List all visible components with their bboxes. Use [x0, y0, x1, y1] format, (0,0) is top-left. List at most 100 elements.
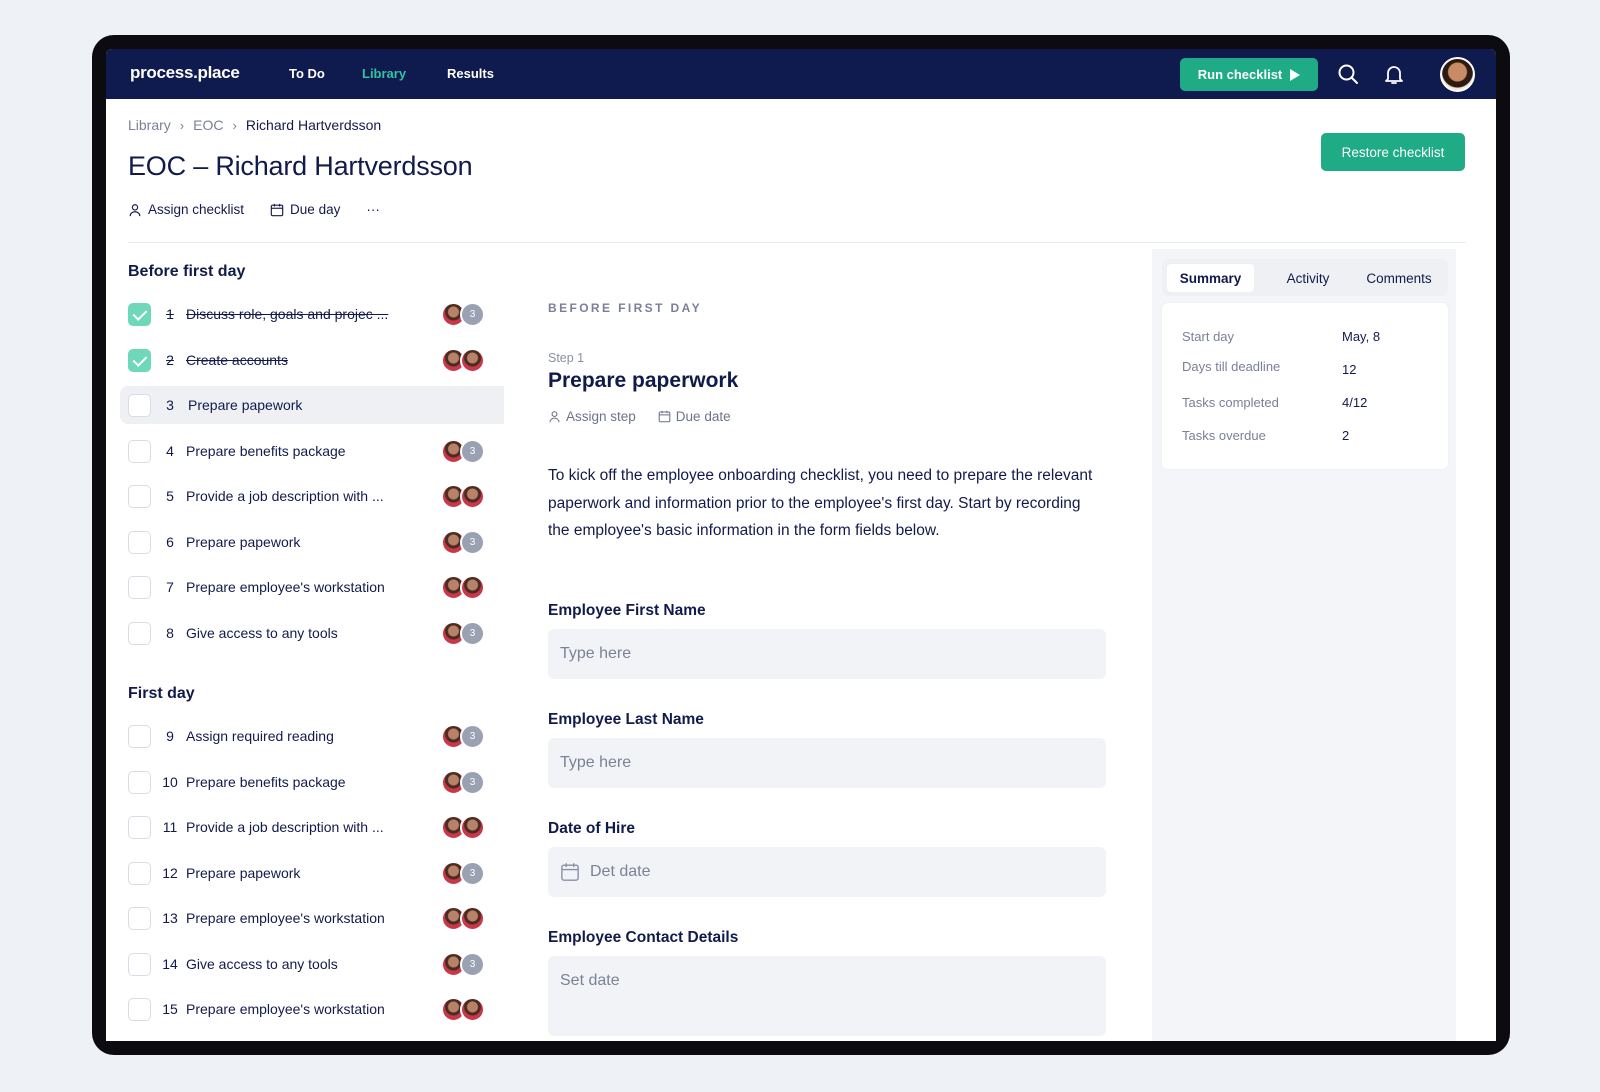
- task-label: Prepare papework: [186, 533, 301, 550]
- avatar: [460, 347, 485, 373]
- step-number: Step 1: [548, 351, 585, 365]
- task-row[interactable]: 5 Provide a job description with ...: [120, 477, 510, 515]
- task-row[interactable]: 10 Prepare benefits package 3: [120, 763, 510, 801]
- task-checkbox[interactable]: [128, 725, 151, 748]
- task-label: Prepare benefits package: [186, 442, 346, 459]
- nav-todo[interactable]: To Do: [289, 66, 325, 81]
- contact-details-placeholder: Set date: [560, 972, 620, 989]
- top-navigation: process.place To Do Library Results Run …: [106, 49, 1496, 99]
- avatar: [460, 815, 485, 840]
- more-assignees-count: 3: [460, 529, 485, 555]
- task-checkbox[interactable]: [128, 394, 151, 417]
- task-checkbox[interactable]: [128, 576, 151, 599]
- step-title: Prepare paperwork: [548, 369, 739, 392]
- task-list: Before first day 1 Discuss role, goals and…: [106, 243, 516, 1041]
- task-row[interactable]: 9 Assign required reading 3: [120, 717, 510, 755]
- due-day-button[interactable]: Due day: [270, 202, 340, 217]
- task-row[interactable]: 14 Give access to any tools 3: [120, 945, 510, 983]
- more-assignees-count: 3: [460, 769, 485, 795]
- task-label: Prepare employee's workstation: [186, 910, 385, 926]
- assignee-avatars[interactable]: [441, 347, 487, 373]
- nav-library[interactable]: Library: [362, 66, 406, 81]
- tab-activity[interactable]: Activity: [1266, 264, 1350, 292]
- task-number: 14: [162, 955, 178, 972]
- assignee-avatars[interactable]: 3: [441, 529, 487, 555]
- task-row[interactable]: 6 Prepare papework 3: [120, 523, 510, 561]
- task-row[interactable]: 15 Prepare employee's workstation: [120, 990, 510, 1028]
- task-row[interactable]: 12 Prepare papework 3: [120, 854, 510, 892]
- task-row[interactable]: 13 Prepare employee's workstation: [120, 899, 510, 937]
- section-title: First day: [128, 685, 195, 702]
- summary-value: May, 8: [1342, 329, 1381, 344]
- task-checkbox[interactable]: [128, 348, 151, 372]
- task-number: 13: [162, 910, 178, 926]
- last-name-input[interactable]: Type here: [548, 738, 1106, 788]
- assignee-avatars[interactable]: [441, 815, 487, 840]
- more-assignees-count: 3: [460, 951, 485, 977]
- task-checkbox[interactable]: [128, 621, 151, 645]
- contact-details-input[interactable]: Set date: [548, 956, 1106, 1036]
- tab-summary[interactable]: Summary: [1167, 264, 1254, 292]
- due-date-button[interactable]: Due date: [658, 409, 731, 424]
- assignee-avatars[interactable]: 3: [441, 951, 487, 977]
- more-options-button[interactable]: ···: [366, 202, 380, 217]
- task-checkbox[interactable]: [128, 907, 151, 930]
- assignee-avatars[interactable]: 3: [441, 302, 487, 327]
- calendar-icon: [658, 410, 671, 423]
- task-checkbox[interactable]: [128, 439, 151, 463]
- due-date-label: Due date: [675, 409, 731, 424]
- breadcrumb-eoc[interactable]: EOC: [193, 117, 223, 133]
- task-row[interactable]: 2 Create accounts: [120, 341, 510, 379]
- logo[interactable]: process.place: [130, 63, 240, 83]
- task-number: 11: [162, 819, 178, 835]
- bell-icon[interactable]: [1382, 62, 1406, 86]
- task-checkbox[interactable]: [128, 816, 151, 839]
- assignee-avatars[interactable]: 3: [441, 860, 487, 886]
- first-name-input[interactable]: Type here: [548, 629, 1106, 679]
- task-row[interactable]: 11 Provide a job description with ...: [120, 808, 510, 846]
- assignee-avatars[interactable]: [441, 997, 487, 1022]
- assignee-avatars[interactable]: [441, 575, 487, 600]
- step-meta: Assign step Due date: [548, 409, 731, 424]
- user-icon: [549, 411, 560, 423]
- assign-step-button[interactable]: Assign step: [548, 409, 636, 424]
- task-row[interactable]: 1 Discuss role, goals and projec ... 3: [120, 295, 510, 333]
- task-row[interactable]: 4 Prepare benefits package 3: [120, 432, 510, 470]
- assignee-avatars[interactable]: [441, 484, 487, 509]
- task-number: 15: [162, 1001, 178, 1017]
- task-label: Prepare employee's workstation: [186, 579, 385, 595]
- run-checklist-button[interactable]: Run checklist: [1180, 58, 1318, 91]
- tab-comments[interactable]: Comments: [1356, 264, 1442, 292]
- task-number: 2: [166, 351, 174, 368]
- search-icon[interactable]: [1336, 62, 1360, 86]
- task-checkbox[interactable]: [128, 770, 151, 794]
- assign-checklist-label: Assign checklist: [148, 202, 245, 217]
- assignee-avatars[interactable]: 3: [441, 724, 487, 749]
- task-row[interactable]: 8 Give access to any tools 3: [120, 614, 510, 652]
- nav-results[interactable]: Results: [447, 66, 494, 81]
- task-checkbox[interactable]: [128, 998, 151, 1021]
- task-label: Prepare benefits package: [186, 773, 346, 790]
- breadcrumb-library[interactable]: Library: [128, 117, 171, 133]
- breadcrumb-current: Richard Hartverdsson: [245, 117, 382, 133]
- task-row[interactable]: 7 Prepare employee's workstation: [120, 568, 510, 606]
- date-of-hire-input[interactable]: Det date: [548, 847, 1106, 897]
- task-checkbox[interactable]: [128, 861, 151, 885]
- field-label-date-of-hire: Date of Hire: [548, 820, 635, 837]
- assignee-avatars[interactable]: 3: [441, 620, 487, 646]
- restore-checklist-button[interactable]: Restore checklist: [1321, 133, 1465, 171]
- assignee-avatars[interactable]: 3: [441, 769, 487, 795]
- assignee-avatars[interactable]: [441, 906, 487, 931]
- chevron-right-icon: ›: [232, 117, 237, 133]
- task-checkbox[interactable]: [128, 530, 151, 554]
- assignee-avatars[interactable]: 3: [441, 438, 487, 464]
- task-label: Create accounts: [186, 351, 288, 368]
- step-description: To kick off the employee onboarding chec…: [548, 467, 1093, 539]
- more-icon: ···: [366, 202, 380, 217]
- assign-checklist-button[interactable]: Assign checklist: [128, 202, 244, 217]
- user-avatar[interactable]: [1440, 57, 1475, 92]
- task-checkbox[interactable]: [128, 485, 151, 508]
- task-checkbox[interactable]: [128, 303, 151, 326]
- task-checkbox[interactable]: [128, 952, 151, 976]
- task-row[interactable]: 3 Prepare papework: [120, 386, 510, 424]
